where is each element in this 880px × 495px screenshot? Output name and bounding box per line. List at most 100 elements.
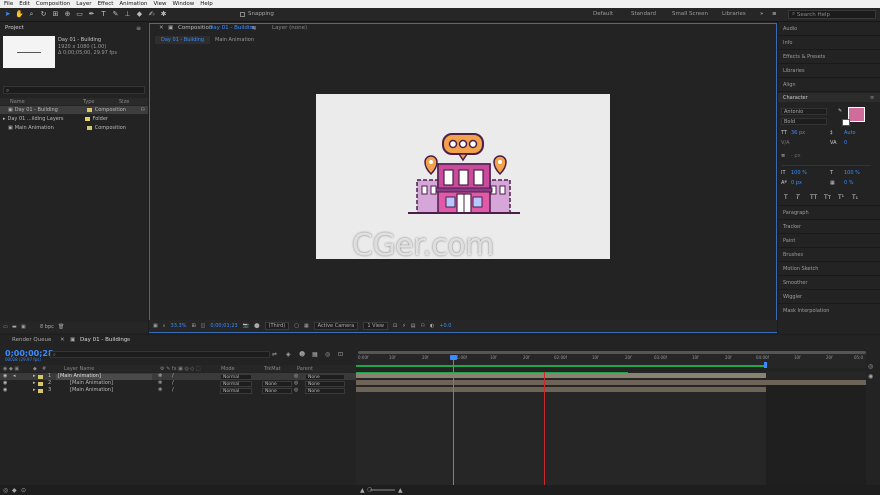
lock-icon[interactable]: ▣ <box>168 25 173 31</box>
column-parent[interactable]: Parent <box>297 366 313 372</box>
collapse-switch-icon[interactable]: ✻ <box>158 373 162 380</box>
workspace-small-screen[interactable]: Small Screen <box>672 11 708 17</box>
transparency-grid-icon[interactable]: ▦ <box>304 323 309 329</box>
zoom-out-icon[interactable]: ▲ <box>360 487 365 494</box>
track-matte-dropdown[interactable]: None <box>262 380 292 387</box>
menu-window[interactable]: Window <box>173 1 195 7</box>
workspace-default[interactable]: Default <box>593 11 613 17</box>
work-area-bar[interactable] <box>356 365 766 367</box>
visibility-eye-icon[interactable]: ◉ <box>3 373 7 380</box>
parent-dropdown[interactable]: None <box>305 387 345 394</box>
panel-paint[interactable]: Paint <box>783 238 795 244</box>
menu-composition[interactable]: Composition <box>36 1 70 7</box>
mask-icon[interactable]: ◫ <box>201 323 206 329</box>
channel-icon[interactable]: ⬤ <box>254 323 260 329</box>
quality-switch-icon[interactable]: / <box>172 387 174 394</box>
puppet-pin-tool-icon[interactable]: ✱ <box>159 10 168 19</box>
layer-name[interactable]: [Main Animation] <box>70 380 113 387</box>
workspace-libraries[interactable]: Libraries <box>722 11 746 17</box>
region-of-interest-icon[interactable]: ▢ <box>294 323 299 329</box>
panel-mask-interpolation[interactable]: Mask Interpolation <box>783 308 829 314</box>
panel-tracker[interactable]: Tracker <box>783 224 801 230</box>
parent-dropdown[interactable]: None <box>305 380 345 387</box>
type-tool-icon[interactable]: T <box>99 10 108 19</box>
faux-italic-button[interactable]: T <box>796 194 800 201</box>
parent-pickwhip-icon[interactable]: ◎ <box>294 387 298 394</box>
subscript-button[interactable]: T₁ <box>852 194 858 201</box>
toggle-pixel-icon[interactable]: ⊡ <box>393 323 397 329</box>
label-color-swatch[interactable] <box>38 381 43 386</box>
camera-dropdown[interactable]: Active Camera <box>313 322 359 330</box>
project-item-row[interactable]: ▣ Day 01 - Building Composition ⚇ <box>0 106 148 114</box>
collapse-switch-icon[interactable]: ✻ <box>158 380 162 387</box>
panel-menu-icon[interactable]: ≡ <box>136 25 141 32</box>
brush-tool-icon[interactable]: ✎ <box>111 10 120 19</box>
playhead-handle[interactable] <box>450 355 457 360</box>
comp-mini-flowchart-icon[interactable]: ⇌ <box>272 351 277 358</box>
blend-mode-dropdown[interactable]: Normal <box>220 373 252 380</box>
time-navigator[interactable] <box>358 351 866 354</box>
eraser-tool-icon[interactable]: ◆ <box>135 10 144 19</box>
flowchart-icon[interactable]: ⚇ <box>420 323 424 329</box>
selection-tool-icon[interactable]: ➤ <box>3 10 12 19</box>
column-trkmat[interactable]: TrkMat <box>264 366 281 372</box>
eyedropper-icon[interactable]: ✎ <box>838 108 842 114</box>
comp-button-icon[interactable]: ◎ <box>868 363 873 370</box>
grid-icon[interactable]: ⊞ <box>191 323 195 329</box>
layer-duration-bar[interactable] <box>356 373 766 378</box>
label-color-swatch[interactable] <box>86 108 92 112</box>
composition-tab-name[interactable]: Day 01 - Building <box>209 25 256 31</box>
pen-tool-icon[interactable]: ✒ <box>87 10 96 19</box>
parent-pickwhip-icon[interactable]: ◎ <box>294 380 298 387</box>
snapping-checkbox[interactable] <box>240 12 245 17</box>
tsume-value[interactable]: 0 % <box>844 180 854 186</box>
visibility-eye-icon[interactable]: ◉ <box>3 387 7 394</box>
render-queue-tab[interactable]: Render Queue <box>12 337 51 343</box>
project-item-row[interactable]: ▸ Day 01 ...ilding Layers Folder <box>0 115 148 123</box>
column-size[interactable]: Size <box>119 99 129 105</box>
folder-expand-icon[interactable]: ▸ <box>3 116 6 122</box>
exposure-icon[interactable]: ◐ <box>430 323 434 329</box>
font-family-dropdown[interactable]: Antonio <box>781 108 827 115</box>
menu-layer[interactable]: Layer <box>76 1 91 7</box>
snapshot-icon[interactable]: 📷 <box>243 323 249 329</box>
roto-brush-tool-icon[interactable]: ✍ <box>147 10 156 19</box>
zoom-slider[interactable] <box>370 489 395 491</box>
hand-tool-icon[interactable]: ✋ <box>15 10 24 19</box>
subtab-main-animation[interactable]: Main Animation <box>209 36 260 44</box>
panel-smoother[interactable]: Smoother <box>783 280 807 286</box>
fast-preview-icon[interactable]: ⚡ <box>402 323 406 329</box>
new-folder-icon[interactable]: ▬ <box>12 324 17 330</box>
zoom-tool-icon[interactable]: ⌕ <box>27 10 36 19</box>
font-style-dropdown[interactable]: Bold <box>781 118 827 125</box>
exposure-value[interactable]: +0.0 <box>439 323 451 329</box>
flowchart-icon[interactable]: ⚇ <box>141 107 145 113</box>
resolution-dropdown[interactable]: (Third) <box>264 322 290 330</box>
more-workspaces-icon[interactable]: » <box>760 11 763 17</box>
project-item-row[interactable]: ▣ Main Animation Composition <box>0 124 148 132</box>
new-composition-icon[interactable]: ▣ <box>21 324 26 330</box>
rotate-tool-icon[interactable]: ↻ <box>39 10 48 19</box>
panel-audio[interactable]: Audio <box>783 26 797 32</box>
search-help-field[interactable]: ⌕ Search Help <box>788 10 876 19</box>
layer-name[interactable]: [Main Animation] <box>58 373 101 380</box>
vertical-scale-value[interactable]: 100 % <box>791 170 807 176</box>
column-type[interactable]: Type <box>83 99 94 105</box>
current-time-display[interactable]: 0;00;01;23 <box>210 323 237 329</box>
audio-icon[interactable]: ◂ <box>13 373 16 380</box>
panel-align[interactable]: Align <box>783 82 796 88</box>
magnification-value[interactable]: 33.3% <box>171 323 187 329</box>
clone-stamp-tool-icon[interactable]: ⊥ <box>123 10 132 19</box>
panel-wiggler[interactable]: Wiggler <box>783 294 802 300</box>
menu-view[interactable]: View <box>153 1 166 7</box>
project-search-input[interactable]: ⌕ <box>3 86 145 94</box>
toggle-in-out-icon[interactable]: ⊙ <box>21 487 26 494</box>
stroke-width-value[interactable]: - px <box>791 153 801 159</box>
parent-dropdown[interactable]: None <box>305 373 345 380</box>
composition-tab-prefix[interactable]: Composition <box>178 25 212 31</box>
layer-marker-icon[interactable]: ◉ <box>868 373 873 380</box>
panel-motion-sketch[interactable]: Motion Sketch <box>783 266 818 272</box>
menu-edit[interactable]: Edit <box>19 1 30 7</box>
panel-effects-presets[interactable]: Effects & Presets <box>783 54 825 60</box>
pan-behind-tool-icon[interactable]: ⊕ <box>63 10 72 19</box>
